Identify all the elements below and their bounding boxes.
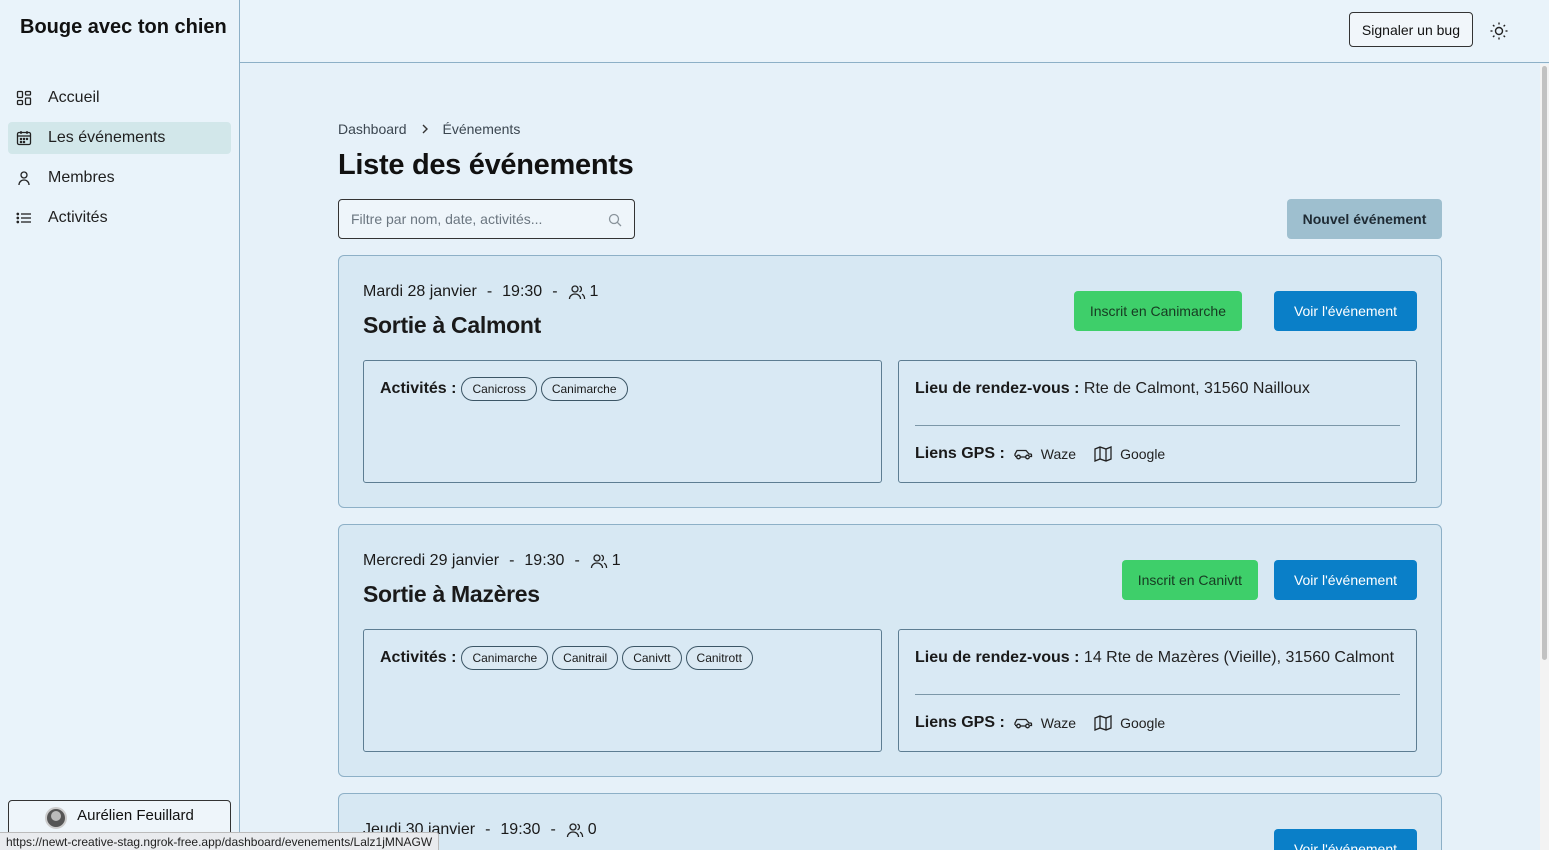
event-date: Mardi 28 janvier <box>363 283 477 300</box>
meta-separator: - <box>574 552 580 569</box>
sidebar-item-label: Activités <box>48 209 108 226</box>
event-card: Jeudi 30 janvier - 19:30 - 0 Voir l'évén… <box>338 793 1442 850</box>
sun-icon[interactable] <box>1489 21 1509 41</box>
status-bar-url: https://newt-creative-stag.ngrok-free.ap… <box>0 832 440 850</box>
car-icon <box>1013 447 1033 461</box>
report-bug-button[interactable]: Signaler un bug <box>1348 12 1473 47</box>
sidebar-item-label: Membres <box>48 169 115 186</box>
scrollbar-thumb[interactable] <box>1542 66 1547 660</box>
page-title: Liste des événements <box>338 149 634 181</box>
event-date: Mercredi 29 janvier <box>363 552 500 569</box>
search-icon <box>608 213 622 227</box>
gps-links: Liens GPS : Waze Google <box>915 714 1183 732</box>
activity-tag: Canivtt <box>622 646 682 670</box>
meta-separator: - <box>485 821 491 838</box>
sidebar-item-label: Les événements <box>48 129 166 146</box>
activities-box: Activités : Canimarche Canitrail Canivtt… <box>363 629 882 752</box>
map-icon <box>1094 446 1112 462</box>
event-card: Mercredi 29 janvier - 19:30 - 1 Sortie à… <box>338 524 1442 777</box>
activity-tag: Canitrail <box>552 646 619 670</box>
event-title: Sortie à Mazères <box>363 581 540 607</box>
gps-label: Liens GPS : <box>915 445 1005 462</box>
participant-count: 1 <box>611 552 621 569</box>
new-event-button[interactable]: Nouvel événement <box>1287 199 1442 239</box>
calendar-icon <box>16 130 32 146</box>
activities-label: Activités : <box>380 649 457 666</box>
search-box <box>338 199 635 239</box>
sidebar-item-evenements[interactable]: Les événements <box>8 122 231 154</box>
map-icon <box>1094 715 1112 731</box>
waze-label: Waze <box>1040 715 1077 731</box>
location-box: Lieu de rendez-vous : Rte de Calmont, 31… <box>898 360 1417 483</box>
meeting-place: Lieu de rendez-vous : Rte de Calmont, 31… <box>915 380 1310 398</box>
event-card: Mardi 28 janvier - 19:30 - 1 Sortie à Ca… <box>338 255 1442 508</box>
dashboard-icon <box>16 90 32 106</box>
participant-count: 1 <box>589 283 599 300</box>
app-title[interactable]: Bouge avec ton chien <box>20 16 227 39</box>
sidebar-item-label: Accueil <box>48 89 100 106</box>
users-icon <box>566 821 584 839</box>
breadcrumb-current: Événements <box>442 121 521 137</box>
sidebar-item-activites[interactable]: Activités <box>8 202 231 234</box>
registered-button[interactable]: Inscrit en Canimarche <box>1073 291 1242 331</box>
activity-tag: Canitrott <box>685 646 753 670</box>
event-time: 19:30 <box>500 821 541 838</box>
activities-list: Activités : Canicross Canimarche <box>380 377 632 401</box>
event-meta: Mercredi 29 janvier - 19:30 - 1 <box>363 552 621 570</box>
user-name: Aurélien Feuillard <box>77 807 194 824</box>
gps-label: Liens GPS : <box>915 714 1005 731</box>
activities-box: Activités : Canicross Canimarche <box>363 360 882 483</box>
meeting-place-label: Lieu de rendez-vous : <box>915 380 1080 397</box>
registered-button[interactable]: Inscrit en Canivtt <box>1121 560 1258 600</box>
event-time: 19:30 <box>502 283 543 300</box>
breadcrumb-dashboard[interactable]: Dashboard <box>338 121 407 137</box>
activity-tag: Canimarche <box>461 646 549 670</box>
google-link[interactable]: Google <box>1094 715 1165 731</box>
search-input[interactable] <box>339 200 589 238</box>
avatar <box>45 807 68 829</box>
users-icon <box>590 552 608 570</box>
gps-links: Liens GPS : Waze Google <box>915 445 1183 463</box>
meta-separator: - <box>486 283 493 300</box>
view-event-button[interactable]: Voir l'événement <box>1274 829 1417 850</box>
view-event-button[interactable]: Voir l'événement <box>1274 291 1417 331</box>
waze-link[interactable]: Waze <box>1013 446 1076 462</box>
location-box: Lieu de rendez-vous : 14 Rte de Mazères … <box>898 629 1417 752</box>
waze-link[interactable]: Waze <box>1013 715 1076 731</box>
topbar: Signaler un bug <box>240 0 1549 63</box>
google-label: Google <box>1120 715 1166 731</box>
breadcrumb: Dashboard Événements <box>338 121 520 137</box>
activities-list: Activités : Canimarche Canitrail Canivtt… <box>380 646 757 670</box>
meta-separator: - <box>552 283 558 300</box>
waze-label: Waze <box>1040 446 1077 462</box>
user-icon <box>16 170 32 186</box>
list-icon <box>16 210 32 226</box>
google-link[interactable]: Google <box>1094 446 1165 462</box>
sidebar-nav: Accueil Les événements Membres Activités <box>8 82 231 242</box>
activity-tag: Canimarche <box>540 377 628 401</box>
event-meta: Mardi 28 janvier - 19:30 - 1 <box>363 283 598 301</box>
view-event-button[interactable]: Voir l'événement <box>1274 560 1417 600</box>
meta-separator: - <box>550 821 556 838</box>
divider <box>915 694 1400 695</box>
activity-tag: Canicross <box>461 377 537 401</box>
event-title: Sortie à Calmont <box>363 312 541 338</box>
users-icon <box>568 283 586 301</box>
participant-count: 0 <box>587 821 597 838</box>
page-scrollbar[interactable] <box>1540 64 1549 850</box>
car-icon <box>1013 716 1033 730</box>
sidebar-item-accueil[interactable]: Accueil <box>8 82 231 114</box>
activities-label: Activités : <box>380 380 457 397</box>
meta-separator: - <box>509 552 515 569</box>
meeting-place-address: Rte de Calmont, 31560 Nailloux <box>1083 380 1310 397</box>
google-label: Google <box>1120 446 1166 462</box>
event-time: 19:30 <box>524 552 565 569</box>
sidebar: Bouge avec ton chien Accueil Les événeme <box>0 0 240 850</box>
chevron-right-icon <box>421 121 429 137</box>
divider <box>915 425 1400 426</box>
sidebar-item-membres[interactable]: Membres <box>8 162 231 194</box>
meeting-place-label: Lieu de rendez-vous : <box>915 649 1080 666</box>
meeting-place: Lieu de rendez-vous : 14 Rte de Mazères … <box>915 649 1394 667</box>
meeting-place-address: 14 Rte de Mazères (Vieille), 31560 Calmo… <box>1083 649 1395 666</box>
